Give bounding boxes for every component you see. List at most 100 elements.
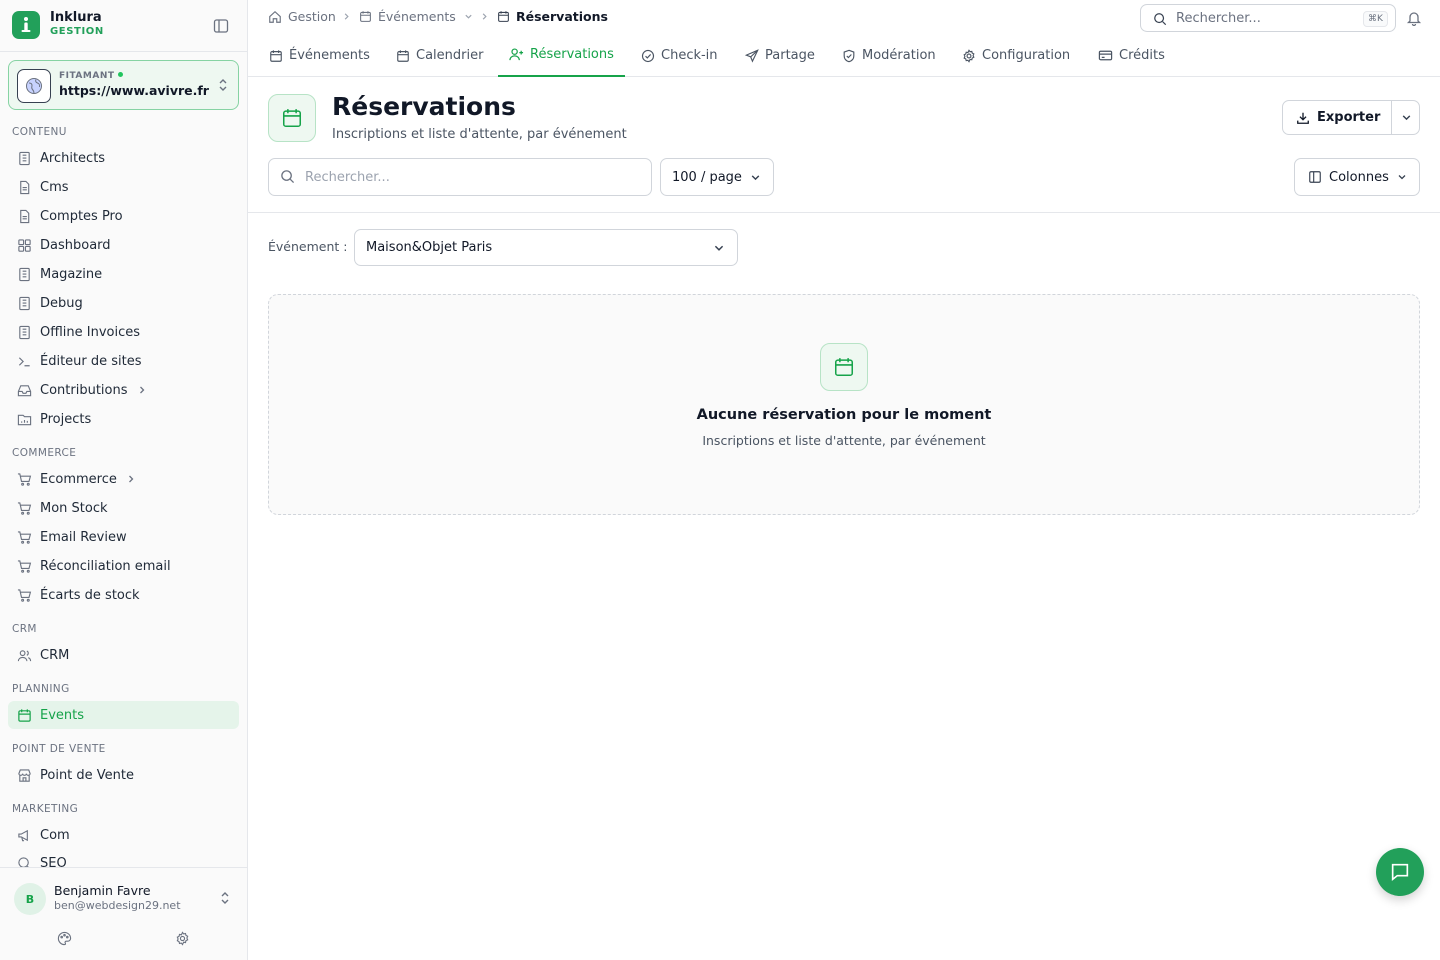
globe-icon [17,69,51,103]
breadcrumb-label: Gestion [288,9,336,24]
event-tabs: Événements Calendrier Réservations Check… [248,34,1440,77]
chat-button[interactable] [1376,848,1424,896]
brand-header: Inklura GESTION [0,0,247,52]
export-options-button[interactable] [1393,101,1420,134]
columns-label: Colonnes [1329,169,1389,185]
global-search-placeholder: Rechercher... [1176,11,1261,26]
export-label: Exporter [1317,110,1381,125]
megaphone-icon [18,829,28,841]
tab-label: Check-in [661,48,718,63]
sidebar-item-ecarts-de-stock[interactable]: Écarts de stock [8,581,239,609]
download-icon [1297,112,1309,124]
gear-icon[interactable] [175,931,190,946]
breadcrumb-label: Événements [378,9,456,24]
tab-credits[interactable]: Crédits [1098,34,1165,77]
export-button[interactable]: Exporter [1283,101,1392,134]
cart-icon [17,472,32,486]
columns-button[interactable]: Colonnes [1294,158,1420,196]
per-page-value: 100 / page [672,169,742,185]
sidebar-item-label: Architects [40,150,106,166]
tab-label: Crédits [1119,48,1165,63]
sidebar-item-offline-invoices[interactable]: Offline Invoices [8,318,239,346]
palette-icon[interactable] [57,931,72,946]
search-icon [281,170,295,184]
file-text-icon [20,209,30,223]
empty-state-title: Aucune réservation pour le moment [696,407,992,423]
list-search [268,158,652,196]
sidebar-toggle-icon[interactable] [213,18,229,34]
sidebar-item-debug[interactable]: Debug [8,289,239,317]
chevron-right-icon [128,475,134,483]
sidebar-item-projects[interactable]: Projects [8,405,239,433]
per-page-select[interactable]: 100 / page [660,158,774,196]
sidebar-item-editeur-de-sites[interactable]: Éditeur de sites [8,347,239,375]
nav-section-title: MARKETING [12,803,79,815]
tab-check-in[interactable]: Check-in [641,34,718,77]
user-menu[interactable]: B Benjamin Favre ben@webdesign29.net [0,867,247,960]
sidebar-item-cms[interactable]: Cms [8,173,239,201]
sidebar-item-point-de-vente[interactable]: Point de Vente [8,761,239,789]
building-icon [19,296,30,310]
sidebar-item-mon-stock[interactable]: Mon Stock [8,494,239,522]
divider [248,212,1440,213]
sidebar: Inklura GESTION FITAMANT https://www.avi… [0,0,248,960]
send-icon [745,48,759,63]
sidebar-item-comptes-pro[interactable]: Comptes Pro [8,202,239,230]
gear-icon [963,48,975,63]
sidebar-item-label: Email Review [40,529,127,545]
sidebar-item-label: Point de Vente [40,767,135,783]
user-plus-icon [509,48,524,61]
breadcrumb-evenements[interactable]: Événements [359,9,473,24]
tab-calendrier[interactable]: Calendrier [396,34,483,77]
sidebar-item-contributions[interactable]: Contributions [8,376,239,404]
breadcrumb-gestion[interactable]: Gestion [268,9,336,24]
page-subtitle: Inscriptions et liste d'attente, par évé… [332,127,627,142]
breadcrumb-reservations: Réservations [497,9,608,24]
sidebar-item-com[interactable]: Com [8,821,239,849]
tab-reservations[interactable]: Réservations [498,34,625,77]
sidebar-item-dashboard[interactable]: Dashboard [8,231,239,259]
sidebar-item-label: Com [40,827,70,843]
site-switcher[interactable]: FITAMANT https://www.avivre.fr [8,60,239,110]
search-input[interactable] [305,167,635,187]
search-icon [18,857,29,867]
sidebar-item-label: Cms [40,179,69,195]
sidebar-item-reconciliation-email[interactable]: Réconciliation email [8,552,239,580]
columns-icon [1309,171,1321,183]
sidebar-item-label: SEO [40,856,67,867]
global-search[interactable]: Rechercher... ⌘K [1140,4,1396,32]
bell-icon[interactable] [1406,10,1422,26]
sidebar-item-label: Ecommerce [40,471,117,487]
folder-icon [17,414,32,425]
tab-evenements[interactable]: Événements [269,34,370,77]
sidebar-item-magazine[interactable]: Magazine [8,260,239,288]
cart-icon [17,588,32,602]
export-button-group: Exporter [1282,100,1420,135]
sidebar-item-events[interactable]: Events [8,701,239,729]
chevron-down-icon [465,14,472,19]
brand-name: Inklura [50,10,102,25]
tab-partage[interactable]: Partage [745,34,815,77]
chevron-right-icon [482,13,487,20]
sidebar-item-email-review[interactable]: Email Review [8,523,239,551]
tab-moderation[interactable]: Modération [842,34,936,77]
chevron-down-icon [714,245,724,251]
sidebar-item-label: CRM [40,647,70,663]
sidebar-item-ecommerce[interactable]: Ecommerce [8,465,239,493]
tab-configuration[interactable]: Configuration [962,34,1070,77]
nav-section-title: POINT DE VENTE [12,743,106,755]
breadcrumb-label: Réservations [516,9,608,24]
event-select[interactable]: Maison&Objet Paris [354,229,738,266]
chevron-up-down-icon [219,891,231,905]
chevron-right-icon [344,13,349,20]
sidebar-item-crm[interactable]: CRM [8,641,239,669]
sidebar-item-architects[interactable]: Architects [8,144,239,172]
sidebar-item-label: Mon Stock [40,500,108,516]
sidebar-item-label: Contributions [40,382,128,398]
site-label: FITAMANT [59,71,123,81]
tab-label: Configuration [982,48,1071,63]
chat-bubble-icon [1391,863,1409,882]
online-status-dot [117,72,123,77]
nav-section-title: PLANNING [12,683,70,695]
sidebar-item-seo[interactable]: SEO [8,850,239,867]
